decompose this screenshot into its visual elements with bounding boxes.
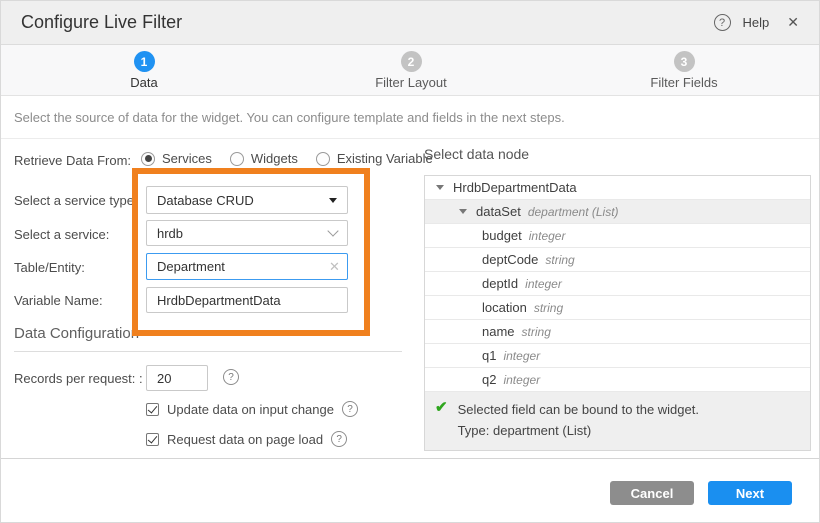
- node-name: q2: [482, 372, 496, 387]
- success-check-icon: ✔: [435, 399, 448, 441]
- node-name: name: [482, 324, 515, 339]
- caret-down-icon[interactable]: [459, 209, 467, 214]
- page-title: Configure Live Filter: [21, 12, 182, 33]
- title-bar: Configure Live Filter ? Help ✕: [1, 1, 819, 45]
- node-type: integer: [503, 349, 540, 363]
- close-icon[interactable]: ✕: [787, 14, 799, 31]
- data-node-tree: HrdbDepartmentData dataSet department (L…: [424, 175, 811, 451]
- node-name: q1: [482, 348, 496, 363]
- step-filter-layout[interactable]: 2 Filter Layout: [351, 45, 471, 90]
- step-number-badge: 1: [134, 51, 155, 72]
- help-link[interactable]: Help: [743, 15, 770, 30]
- caret-down-icon[interactable]: [436, 185, 444, 190]
- step-number-badge: 2: [401, 51, 422, 72]
- service-label: Select a service:: [14, 227, 109, 242]
- radio-icon: [230, 152, 244, 166]
- footer-divider: [1, 458, 820, 459]
- variable-name-input[interactable]: [146, 287, 348, 313]
- node-type: string: [522, 325, 551, 339]
- radio-existing-variable[interactable]: Existing Variable: [316, 151, 433, 166]
- table-entity-label: Table/Entity:: [14, 260, 85, 275]
- service-type-value: Database CRUD: [157, 193, 329, 208]
- radio-services[interactable]: Services: [141, 151, 212, 166]
- tree-node-q2[interactable]: q2 integer: [425, 368, 810, 392]
- radio-icon: [141, 152, 155, 166]
- note-line-1: Selected field can be bound to the widge…: [458, 399, 699, 420]
- update-data-help-icon[interactable]: ?: [342, 401, 358, 417]
- select-data-node-heading: Select data node: [424, 146, 529, 162]
- note-text: Selected field can be bound to the widge…: [458, 399, 699, 441]
- tree-node-location[interactable]: location string: [425, 296, 810, 320]
- tree-node-budget[interactable]: budget integer: [425, 224, 810, 248]
- title-bar-actions: ? Help ✕: [714, 14, 799, 31]
- step-number-badge: 3: [674, 51, 695, 72]
- step-label: Data: [84, 75, 204, 90]
- node-name: location: [482, 300, 527, 315]
- node-name: HrdbDepartmentData: [453, 180, 577, 195]
- data-configuration-heading: Data Configuration: [14, 325, 139, 342]
- radio-label: Existing Variable: [337, 151, 433, 166]
- records-per-request-input[interactable]: [146, 365, 208, 391]
- next-button[interactable]: Next: [708, 481, 792, 505]
- tree-node-dataset[interactable]: dataSet department (List): [425, 200, 810, 224]
- tree-node-name[interactable]: name string: [425, 320, 810, 344]
- request-data-checkbox[interactable]: [146, 433, 159, 446]
- note-line-2: Type: department (List): [458, 420, 699, 441]
- node-type: integer: [525, 277, 562, 291]
- step-label: Filter Fields: [624, 75, 744, 90]
- node-name: deptCode: [482, 252, 538, 267]
- service-type-select[interactable]: Database CRUD: [146, 186, 348, 214]
- service-select[interactable]: hrdb: [146, 220, 348, 246]
- variable-name-label: Variable Name:: [14, 293, 103, 308]
- service-value: hrdb: [157, 226, 329, 241]
- cancel-button[interactable]: Cancel: [610, 481, 694, 505]
- binding-status-note: ✔ Selected field can be bound to the wid…: [425, 392, 810, 450]
- help-icon[interactable]: ?: [714, 14, 731, 31]
- node-name: dataSet: [476, 204, 521, 219]
- radio-widgets[interactable]: Widgets: [230, 151, 298, 166]
- radio-label: Services: [162, 151, 212, 166]
- retrieve-data-from-label: Retrieve Data From:: [14, 153, 131, 168]
- update-data-checkbox[interactable]: [146, 403, 159, 416]
- node-name: budget: [482, 228, 522, 243]
- radio-label: Widgets: [251, 151, 298, 166]
- tree-node-deptid[interactable]: deptId integer: [425, 272, 810, 296]
- step-label: Filter Layout: [351, 75, 471, 90]
- records-help-icon[interactable]: ?: [223, 369, 239, 385]
- request-data-on-page-load-row: Request data on page load ?: [146, 431, 347, 447]
- checkbox-label: Request data on page load: [167, 432, 323, 447]
- node-type: integer: [503, 373, 540, 387]
- tree-node-q1[interactable]: q1 integer: [425, 344, 810, 368]
- node-type: string: [534, 301, 563, 315]
- configure-live-filter-dialog: Configure Live Filter ? Help ✕ 1 Data 2 …: [0, 0, 820, 523]
- retrieve-data-from-radios: Services Widgets Existing Variable: [141, 151, 433, 166]
- dropdown-arrow-icon: [329, 198, 337, 203]
- node-type: department (List): [528, 205, 619, 219]
- step-filter-fields[interactable]: 3 Filter Fields: [624, 45, 744, 90]
- step-description: Select the source of data for the widget…: [1, 96, 819, 139]
- checkbox-label: Update data on input change: [167, 402, 334, 417]
- node-name: deptId: [482, 276, 518, 291]
- chevron-down-icon: [327, 225, 338, 236]
- service-type-label: Select a service type:: [14, 193, 138, 208]
- tree-node-root[interactable]: HrdbDepartmentData: [425, 176, 810, 200]
- records-per-request-label: Records per request: :: [14, 371, 143, 386]
- clear-input-icon[interactable]: ✕: [329, 259, 340, 275]
- request-data-help-icon[interactable]: ?: [331, 431, 347, 447]
- step-data[interactable]: 1 Data: [84, 45, 204, 90]
- tree-node-deptcode[interactable]: deptCode string: [425, 248, 810, 272]
- node-type: integer: [529, 229, 566, 243]
- section-divider: [14, 351, 402, 352]
- table-entity-input[interactable]: [146, 253, 348, 280]
- update-data-on-input-change-row: Update data on input change ?: [146, 401, 358, 417]
- node-type: string: [545, 253, 574, 267]
- wizard-stepper: 1 Data 2 Filter Layout 3 Filter Fields: [1, 45, 819, 96]
- radio-icon: [316, 152, 330, 166]
